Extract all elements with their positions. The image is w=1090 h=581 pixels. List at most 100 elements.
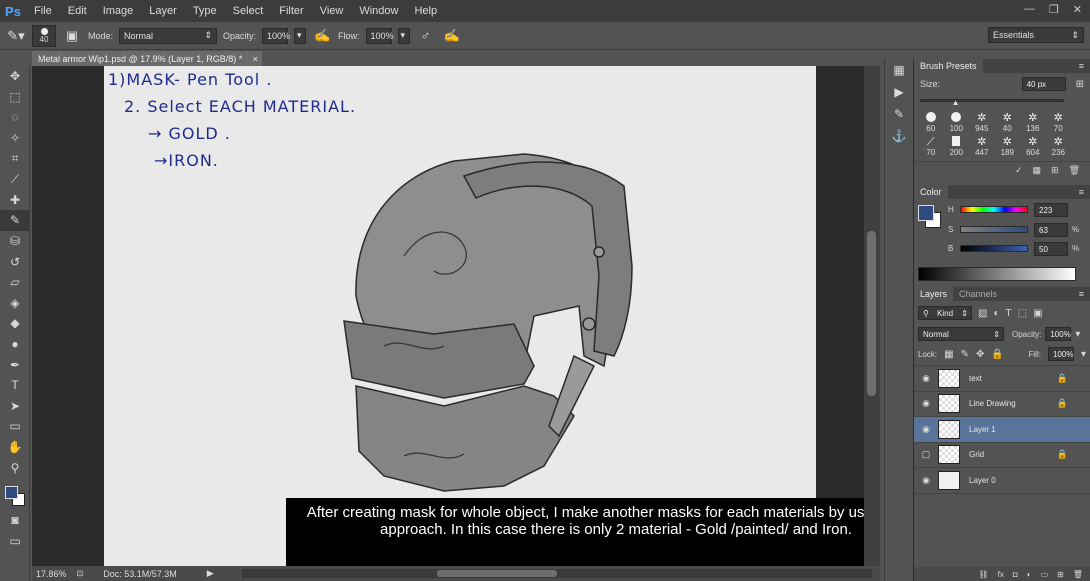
menu-filter[interactable]: Filter	[271, 0, 311, 22]
link-icon[interactable]: ⛓	[979, 570, 989, 579]
brush-preset[interactable]: ✲ 136	[1020, 111, 1046, 133]
brush-size-field[interactable]: 40 px	[1021, 77, 1066, 91]
layer-opacity-field[interactable]: 100%	[1045, 327, 1072, 341]
vertical-scrollbar[interactable]	[864, 66, 880, 566]
mode-select[interactable]: Normal ⇕	[119, 27, 218, 44]
opacity-dropdown[interactable]: ▾	[294, 27, 307, 44]
fx-icon[interactable]: fx	[998, 570, 1004, 579]
canvas-area[interactable]: 1)MASK- Pen Tool . 2. Select EACH MATERI…	[32, 66, 880, 566]
fill-field[interactable]: 100%	[1047, 347, 1074, 361]
clone-stamp-tool-icon[interactable]: ⛁	[0, 231, 30, 252]
grid-view-icon[interactable]: ▦	[1033, 165, 1042, 176]
pressure-opacity-icon[interactable]: ✍	[312, 27, 332, 45]
move-tool-icon[interactable]: ✥	[0, 66, 30, 87]
layer-row[interactable]: ◉ text 🔒	[914, 366, 1090, 392]
opacity-field[interactable]: 100%	[262, 27, 290, 44]
eye-icon[interactable]: ◉	[914, 398, 938, 409]
menu-image[interactable]: Image	[95, 0, 142, 22]
adjustment-icon[interactable]: ◐	[1027, 570, 1032, 579]
delete-brush-icon[interactable]: 🗑	[1069, 165, 1080, 176]
export-icon[interactable]: ⊡	[77, 569, 84, 578]
fill-dropdown-icon[interactable]: ▾	[1081, 349, 1086, 360]
color-swatches[interactable]	[0, 484, 29, 510]
zoom-tool-icon[interactable]: ⚲	[0, 457, 30, 478]
brush-preset[interactable]: ✲ 40	[995, 111, 1021, 133]
screen-mode-icon[interactable]: ▭	[0, 530, 30, 551]
brush-tool-preset-icon[interactable]: ✎▾	[6, 27, 26, 45]
clone-source-icon[interactable]: ⚓	[885, 125, 913, 147]
flow-field[interactable]: 100%	[365, 27, 394, 44]
lock-position-icon[interactable]: ✥	[976, 349, 984, 360]
workspace-select[interactable]: Essentials ⇕	[988, 27, 1084, 43]
quick-mask-icon[interactable]: ◙	[0, 510, 30, 531]
new-preset-icon[interactable]: ⊞	[1076, 79, 1084, 90]
eraser-tool-icon[interactable]: ▱	[0, 272, 30, 293]
menu-layer[interactable]: Layer	[141, 0, 185, 22]
brush-preset[interactable]: 200	[944, 135, 970, 157]
blend-mode-select[interactable]: Normal ⇕	[918, 327, 1004, 341]
history-icon[interactable]: ▦	[885, 59, 913, 81]
brush-size-picker[interactable]: 40	[32, 24, 56, 47]
filter-adjustment-icon[interactable]: ◐	[993, 308, 999, 319]
lock-all-icon[interactable]: 🔒	[991, 349, 1003, 360]
hand-tool-icon[interactable]: ✋	[0, 437, 30, 458]
folder-icon[interactable]: ▭	[1041, 570, 1049, 579]
foreground-color-swatch[interactable]	[918, 205, 934, 221]
document-canvas[interactable]: 1)MASK- Pen Tool . 2. Select EACH MATERI…	[104, 66, 880, 566]
document-tab[interactable]: Metal armor Wip1.psd @ 17.9% (Layer 1, R…	[32, 51, 262, 66]
menu-edit[interactable]: Edit	[60, 0, 95, 22]
opacity-dropdown-icon[interactable]: ▾	[1075, 329, 1080, 340]
eyedropper-tool-icon[interactable]: ⟋	[0, 169, 30, 190]
filter-type-icon[interactable]: T	[1006, 308, 1012, 319]
panel-menu-icon[interactable]: ≡	[1079, 289, 1090, 299]
layer-row[interactable]: ▢ Grid 🔒	[914, 443, 1090, 468]
brush-preset[interactable]: ✲ 604	[1020, 135, 1046, 157]
close-button[interactable]: ✕	[1073, 3, 1082, 16]
brush-size-slider[interactable]: ▲	[920, 95, 1064, 107]
blur-tool-icon[interactable]: ◆	[0, 313, 30, 334]
type-tool-icon[interactable]: T	[0, 375, 30, 396]
dodge-tool-icon[interactable]: ●	[0, 334, 30, 355]
tab-color[interactable]: Color	[914, 185, 948, 199]
menu-select[interactable]: Select	[225, 0, 272, 22]
kind-filter-select[interactable]: ⚲ Kind ⇕	[918, 306, 972, 320]
menu-help[interactable]: Help	[406, 0, 445, 22]
brush-panel-icon[interactable]: ✎	[885, 103, 913, 125]
brightness-slider[interactable]	[960, 245, 1028, 252]
panel-menu-icon[interactable]: ≡	[1079, 61, 1090, 71]
pressure-size-icon[interactable]: ✍	[442, 27, 462, 45]
doc-size[interactable]: Doc: 53.1M/57.3M	[103, 569, 177, 579]
filter-shape-icon[interactable]: ⬚	[1018, 308, 1027, 319]
history-brush-tool-icon[interactable]: ↺	[0, 251, 30, 272]
shape-tool-icon[interactable]: ▭	[0, 416, 30, 437]
color-ramp[interactable]	[918, 267, 1076, 281]
hue-field[interactable]: 223	[1034, 203, 1068, 217]
new-layer-icon[interactable]: ⊞	[1057, 570, 1064, 579]
menu-view[interactable]: View	[312, 0, 352, 22]
layer-row[interactable]: ◉ Layer 0	[914, 468, 1090, 494]
brush-preset[interactable]: ✲ 70	[1046, 111, 1072, 133]
path-select-tool-icon[interactable]: ➤	[0, 396, 30, 417]
lasso-tool-icon[interactable]: ◌	[0, 107, 30, 128]
healing-tool-icon[interactable]: ✚	[0, 190, 30, 211]
brush-preset[interactable]: ✲ 189	[995, 135, 1021, 157]
eye-icon[interactable]: ◉	[914, 475, 938, 486]
menu-window[interactable]: Window	[351, 0, 406, 22]
restore-button[interactable]: ❐	[1049, 3, 1059, 16]
brush-preset[interactable]: ⟋ 70	[918, 135, 944, 157]
tab-layers[interactable]: Layers	[914, 287, 954, 301]
panel-menu-icon[interactable]: ≡	[1079, 187, 1090, 197]
trash-icon[interactable]: 🗑	[1073, 570, 1083, 579]
filter-pixel-icon[interactable]: ▨	[978, 308, 987, 319]
mask-icon[interactable]: ◘	[1013, 570, 1018, 579]
brush-preset[interactable]: 60	[918, 111, 944, 133]
minimize-button[interactable]: —	[1024, 3, 1035, 16]
brush-preset[interactable]: ✲ 236	[1046, 135, 1072, 157]
saturation-field[interactable]: 63	[1034, 223, 1068, 237]
slider-knob[interactable]: ▲	[952, 98, 960, 107]
tab-brush-presets[interactable]: Brush Presets	[914, 59, 983, 73]
actions-icon[interactable]: ▶	[885, 81, 913, 103]
quick-select-tool-icon[interactable]: ✧	[0, 128, 30, 149]
eye-icon[interactable]: ◉	[914, 424, 938, 435]
new-brush-icon[interactable]: ⊞	[1051, 165, 1059, 176]
